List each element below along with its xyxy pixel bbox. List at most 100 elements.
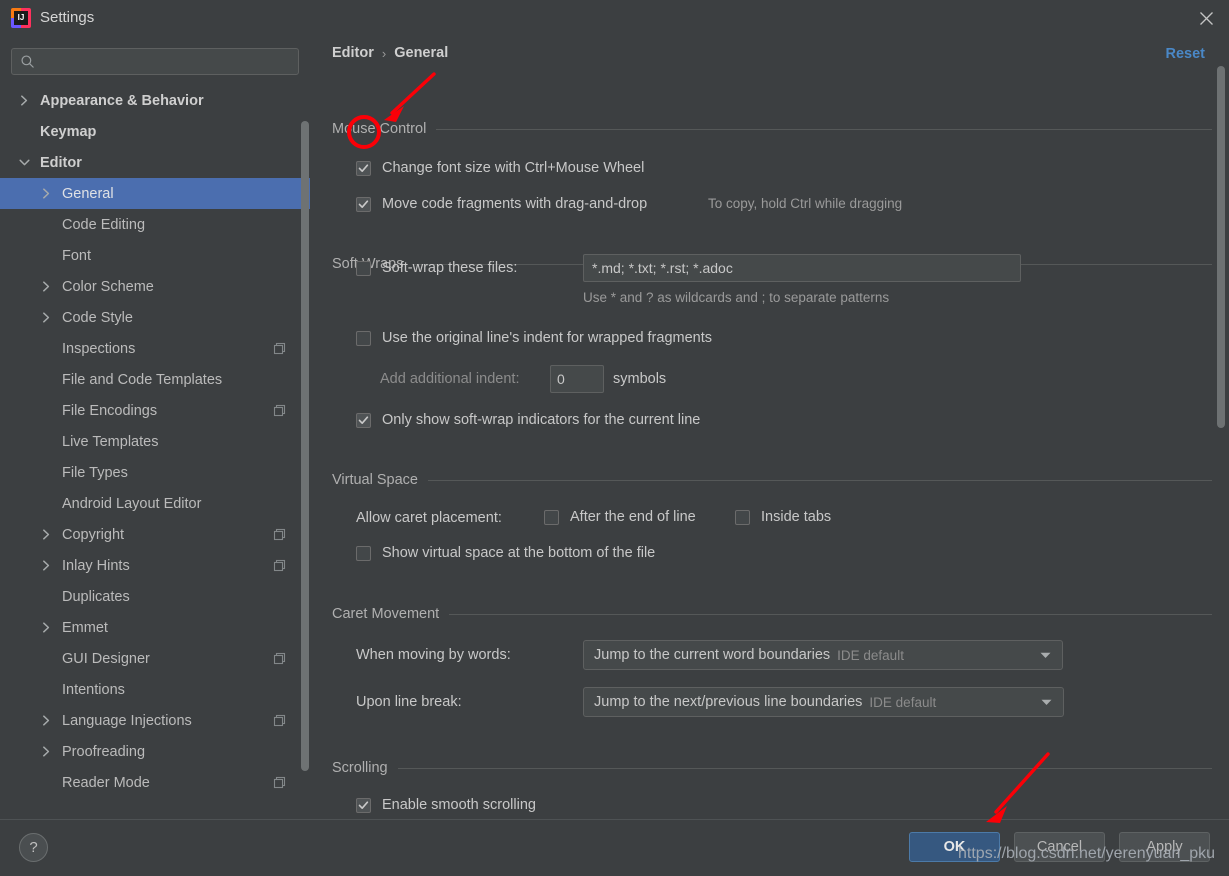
sidebar-item-reader-mode[interactable]: Reader Mode <box>0 767 310 798</box>
sidebar-item-language-injections[interactable]: Language Injections <box>0 705 310 736</box>
checkbox-smooth-scrolling[interactable] <box>356 797 371 813</box>
copy-settings-icon[interactable] <box>273 652 286 665</box>
sidebar-item-file-encodings[interactable]: File Encodings <box>0 395 310 426</box>
chevron-right-icon[interactable] <box>40 311 53 324</box>
checkbox-row-change-font-size[interactable]: Change font size with Ctrl+Mouse Wheel <box>356 160 644 176</box>
help-button[interactable]: ? <box>19 833 48 862</box>
checkbox-soft-wrap-files[interactable] <box>356 260 371 276</box>
checkbox-row-smooth-scrolling[interactable]: Enable smooth scrolling <box>356 797 536 813</box>
sidebar-item-label: General <box>62 185 114 202</box>
sidebar-item-label: Language Injections <box>62 712 192 729</box>
dropdown-when-moving-by-words[interactable]: Jump to the current word boundaries IDE … <box>583 640 1063 670</box>
soft-wrap-files-input[interactable] <box>583 254 1021 282</box>
dropdown-upon-line-break[interactable]: Jump to the next/previous line boundarie… <box>583 687 1064 717</box>
sidebar-item-font[interactable]: Font <box>0 240 310 271</box>
twisty-placeholder <box>18 125 31 138</box>
chevron-right-icon[interactable] <box>40 745 53 758</box>
checkbox-move-fragments[interactable] <box>356 196 371 212</box>
hint-wildcards: Use * and ? as wildcards and ; to separa… <box>583 290 890 305</box>
search-input[interactable] <box>35 54 298 69</box>
ok-button[interactable]: OK <box>909 832 1000 862</box>
dropdown-value: Jump to the current word boundaries <box>594 647 831 663</box>
checkbox-change-font-size[interactable] <box>356 160 371 176</box>
sidebar-scrollbar-thumb[interactable] <box>301 121 309 771</box>
reset-link[interactable]: Reset <box>1166 46 1206 62</box>
sidebar-item-live-templates[interactable]: Live Templates <box>0 426 310 457</box>
sidebar-item-label: Proofreading <box>62 743 146 760</box>
sidebar-item-keymap[interactable]: Keymap <box>0 116 310 147</box>
breadcrumb-separator-icon: › <box>381 45 387 61</box>
sidebar-item-code-editing[interactable]: Code Editing <box>0 209 310 240</box>
chevron-right-icon[interactable] <box>40 280 53 293</box>
checkbox-label-change-font-size: Change font size with Ctrl+Mouse Wheel <box>382 160 645 176</box>
checkbox-inside-tabs[interactable] <box>735 509 750 525</box>
section-title: Scrolling <box>332 760 388 776</box>
sidebar-item-label: File Encodings <box>62 402 158 419</box>
search-box[interactable] <box>11 48 299 75</box>
sidebar-item-duplicates[interactable]: Duplicates <box>0 581 310 612</box>
checkbox-row-original-indent[interactable]: Use the original line's indent for wrapp… <box>356 330 712 346</box>
copy-settings-icon[interactable] <box>273 528 286 541</box>
breadcrumb-root[interactable]: Editor <box>332 45 374 61</box>
checkbox-row-show-virtual-space[interactable]: Show virtual space at the bottom of the … <box>356 545 655 561</box>
twisty-placeholder <box>40 435 53 448</box>
sidebar-item-color-scheme[interactable]: Color Scheme <box>0 271 310 302</box>
sidebar-item-appearance-behavior[interactable]: Appearance & Behavior <box>0 85 310 116</box>
content-scrollbar[interactable] <box>1216 66 1226 816</box>
sidebar-item-label: Keymap <box>40 123 97 140</box>
twisty-placeholder <box>40 404 53 417</box>
twisty-placeholder <box>40 373 53 386</box>
chevron-right-icon[interactable] <box>40 187 53 200</box>
checkbox-after-end-of-line[interactable] <box>544 509 559 525</box>
label-upon-line-break: Upon line break: <box>356 694 462 710</box>
twisty-placeholder <box>40 466 53 479</box>
sidebar-item-copyright[interactable]: Copyright <box>0 519 310 550</box>
sidebar-item-intentions[interactable]: Intentions <box>0 674 310 705</box>
sidebar-item-inspections[interactable]: Inspections <box>0 333 310 364</box>
sidebar-item-android-layout-editor[interactable]: Android Layout Editor <box>0 488 310 519</box>
sidebar-item-file-and-code-templates[interactable]: File and Code Templates <box>0 364 310 395</box>
sidebar-item-label: Emmet <box>62 619 108 636</box>
sidebar-item-emmet[interactable]: Emmet <box>0 612 310 643</box>
close-button[interactable] <box>1183 0 1229 36</box>
checkbox-only-show-indicators[interactable] <box>356 412 371 428</box>
copy-settings-icon[interactable] <box>273 342 286 355</box>
checkbox-row-only-show-indicators[interactable]: Only show soft-wrap indicators for the c… <box>356 412 700 428</box>
chevron-right-icon[interactable] <box>40 528 53 541</box>
copy-settings-icon[interactable] <box>273 404 286 417</box>
dropdown-hint: IDE default <box>869 694 937 710</box>
chevron-right-icon[interactable] <box>40 621 53 634</box>
checkbox-label-move-fragments: Move code fragments with drag-and-drop <box>382 196 648 212</box>
apply-button[interactable]: Apply <box>1119 832 1210 862</box>
content-scrollbar-thumb[interactable] <box>1217 66 1225 428</box>
add-additional-indent-input[interactable] <box>550 365 604 393</box>
window-title: Settings <box>40 9 95 26</box>
sidebar-item-editor[interactable]: Editor <box>0 147 310 178</box>
sidebar-item-file-types[interactable]: File Types <box>0 457 310 488</box>
cancel-button[interactable]: Cancel <box>1014 832 1105 862</box>
checkbox-row-after-end-of-line[interactable]: After the end of line <box>544 509 696 525</box>
checkbox-original-indent[interactable] <box>356 330 371 346</box>
checkbox-row-inside-tabs[interactable]: Inside tabs <box>735 509 831 525</box>
checkbox-show-virtual-space[interactable] <box>356 545 371 561</box>
checkbox-row-move-fragments[interactable]: Move code fragments with drag-and-drop <box>356 196 647 212</box>
sidebar-item-general[interactable]: General <box>0 178 310 209</box>
sidebar-item-label: Copyright <box>62 526 125 543</box>
copy-settings-icon[interactable] <box>273 559 286 572</box>
sidebar-item-inlay-hints[interactable]: Inlay Hints <box>0 550 310 581</box>
checkbox-row-soft-wrap-files[interactable]: Soft-wrap these files: <box>356 260 517 276</box>
section-rule <box>436 128 1212 130</box>
copy-settings-icon[interactable] <box>273 714 286 727</box>
sidebar-item-gui-designer[interactable]: GUI Designer <box>0 643 310 674</box>
intellij-logo-icon: IJ <box>11 8 31 28</box>
sidebar-scrollbar[interactable] <box>300 85 310 819</box>
sidebar-item-proofreading[interactable]: Proofreading <box>0 736 310 767</box>
chevron-down-icon[interactable] <box>18 156 31 169</box>
sidebar-item-label: Appearance & Behavior <box>40 92 204 109</box>
copy-settings-icon[interactable] <box>273 776 286 789</box>
chevron-right-icon[interactable] <box>40 714 53 727</box>
chevron-right-icon[interactable] <box>40 559 53 572</box>
chevron-right-icon[interactable] <box>18 94 31 107</box>
breadcrumb: Editor › General <box>332 45 448 61</box>
sidebar-item-code-style[interactable]: Code Style <box>0 302 310 333</box>
